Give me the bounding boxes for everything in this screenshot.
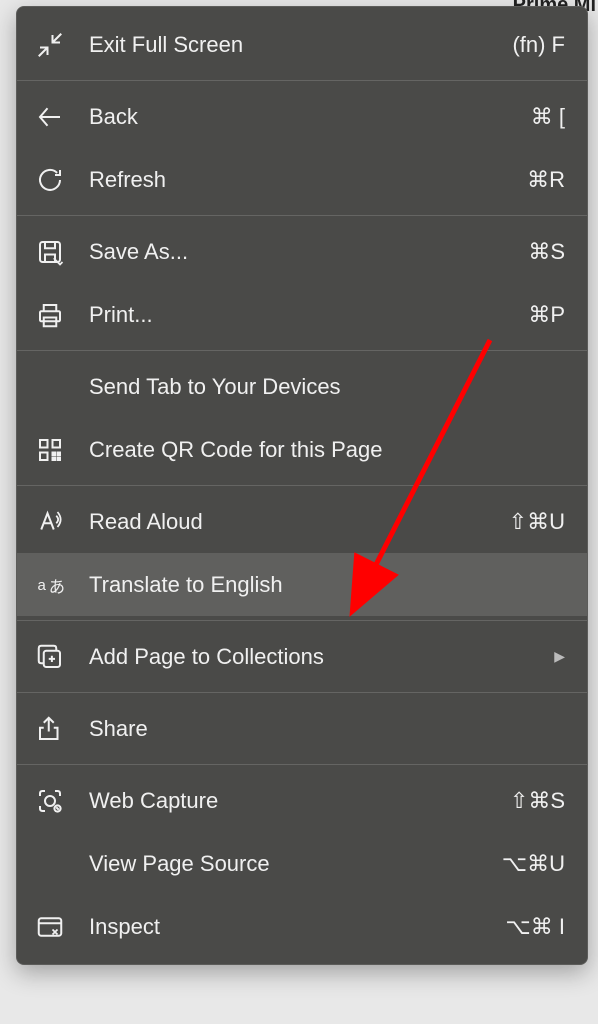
shortcut-label: ⌘ [ xyxy=(531,104,565,130)
menu-item-send-tab[interactable]: Send Tab to Your Devices xyxy=(17,355,587,418)
menu-item-save-as[interactable]: Save As... ⌘S xyxy=(17,220,587,283)
menu-separator xyxy=(17,764,587,765)
shortcut-label: ⇧⌘S xyxy=(510,788,565,814)
menu-label: Back xyxy=(89,104,515,130)
collapse-icon xyxy=(35,30,89,60)
menu-item-back[interactable]: Back ⌘ [ xyxy=(17,85,587,148)
menu-label: Exit Full Screen xyxy=(89,32,496,58)
menu-label: Translate to English xyxy=(89,572,565,598)
context-menu: Exit Full Screen (fn) F Back ⌘ [ Refresh ⌘R Sa… xyxy=(16,6,588,965)
arrow-left-icon xyxy=(35,102,89,132)
menu-item-print[interactable]: Print... ⌘P xyxy=(17,283,587,346)
menu-label: Send Tab to Your Devices xyxy=(89,374,565,400)
menu-label: View Page Source xyxy=(89,851,486,877)
read-aloud-icon xyxy=(35,507,89,537)
svg-text:あ: あ xyxy=(49,578,65,596)
menu-label: Print... xyxy=(89,302,512,328)
menu-separator xyxy=(17,620,587,621)
menu-separator xyxy=(17,350,587,351)
shortcut-label: ⌘R xyxy=(527,167,565,193)
shortcut-label: (fn) F xyxy=(512,32,565,58)
menu-label: Read Aloud xyxy=(89,509,493,535)
menu-separator xyxy=(17,692,587,693)
menu-label: Share xyxy=(89,716,565,742)
shortcut-label: ⌘S xyxy=(528,239,565,265)
menu-label: Save As... xyxy=(89,239,512,265)
print-icon xyxy=(35,300,89,330)
svg-text:a: a xyxy=(38,577,47,594)
menu-item-refresh[interactable]: Refresh ⌘R xyxy=(17,148,587,211)
menu-label: Web Capture xyxy=(89,788,494,814)
menu-separator xyxy=(17,215,587,216)
chevron-right-icon: ▶ xyxy=(554,648,565,665)
qr-icon xyxy=(35,435,89,465)
menu-item-add-collections[interactable]: Add Page to Collections ▶ xyxy=(17,625,587,688)
menu-separator xyxy=(17,485,587,486)
save-icon xyxy=(35,237,89,267)
translate-icon: aあ xyxy=(35,570,89,600)
shortcut-label: ⌘P xyxy=(528,302,565,328)
menu-label: Refresh xyxy=(89,167,511,193)
shortcut-label: ⌥⌘ I xyxy=(505,914,565,940)
menu-label: Add Page to Collections xyxy=(89,644,538,670)
refresh-icon xyxy=(35,165,89,195)
collections-icon xyxy=(35,642,89,672)
menu-label: Inspect xyxy=(89,914,489,940)
inspect-icon xyxy=(35,912,89,942)
menu-label: Create QR Code for this Page xyxy=(89,437,565,463)
capture-icon xyxy=(35,786,89,816)
menu-item-qr-code[interactable]: Create QR Code for this Page xyxy=(17,418,587,481)
share-icon xyxy=(35,714,89,744)
menu-item-read-aloud[interactable]: Read Aloud ⇧⌘U xyxy=(17,490,587,553)
menu-item-view-source[interactable]: View Page Source ⌥⌘U xyxy=(17,832,587,895)
shortcut-label: ⌥⌘U xyxy=(502,851,565,877)
menu-item-share[interactable]: Share xyxy=(17,697,587,760)
menu-item-inspect[interactable]: Inspect ⌥⌘ I xyxy=(17,895,587,958)
menu-item-translate[interactable]: aあTranslate to English xyxy=(17,553,587,616)
shortcut-label: ⇧⌘U xyxy=(509,509,565,535)
menu-item-exit-fullscreen[interactable]: Exit Full Screen (fn) F xyxy=(17,13,587,76)
menu-item-web-capture[interactable]: Web Capture ⇧⌘S xyxy=(17,769,587,832)
menu-separator xyxy=(17,80,587,81)
